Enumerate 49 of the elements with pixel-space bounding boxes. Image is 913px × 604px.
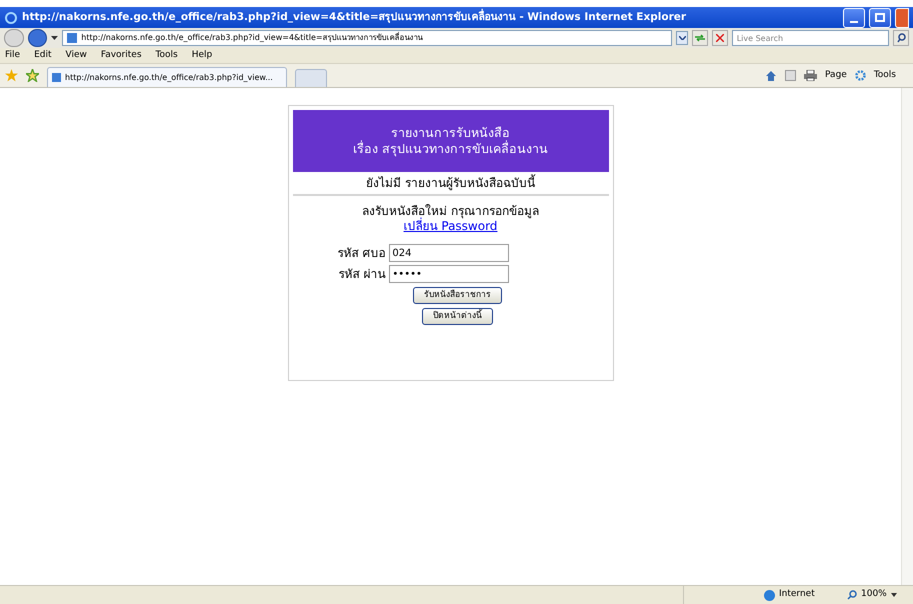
minimize-button[interactable] <box>843 8 865 28</box>
magnifier-icon <box>847 590 857 600</box>
stop-button[interactable] <box>712 30 728 46</box>
add-star-icon[interactable] <box>26 69 39 82</box>
x-icon <box>716 34 724 42</box>
form-button[interactable]: ปิดหน้าต่างนี้ <box>422 308 493 325</box>
page-menu-button[interactable]: Page <box>825 68 847 82</box>
menu-item[interactable]: Edit <box>34 48 52 62</box>
header-line: รายงานการรับหนังสือ <box>391 125 510 140</box>
chevron-down-icon <box>678 36 686 40</box>
change-password-link[interactable]: เปลี่ยน Password <box>404 219 498 234</box>
forward-button[interactable] <box>28 29 48 47</box>
browser-tab[interactable]: http://nakorns.nfe.go.th/e_office/rab3.php?id_view... <box>47 67 287 87</box>
page-icon <box>52 73 61 82</box>
menu-item[interactable]: File <box>5 48 20 62</box>
field-label: รหัส ศบอ <box>338 246 386 260</box>
menu-item[interactable]: View <box>66 48 87 62</box>
browser-logo-icon <box>4 10 18 24</box>
home-icon[interactable] <box>765 70 778 82</box>
search-field[interactable]: Live Search <box>732 30 890 46</box>
zoom-button[interactable]: 100% <box>823 588 913 602</box>
star-icon[interactable] <box>5 69 18 82</box>
print-icon[interactable] <box>804 70 818 81</box>
menu-item[interactable]: Help <box>192 48 212 62</box>
menu-item[interactable]: Tools <box>156 48 178 62</box>
feeds-icon[interactable] <box>785 70 796 81</box>
window-title: http://nakorns.nfe.go.th/e_office/rab3.php?id_view=4&title=สรุปแนวทางการขับเคลื่อนงาน - Windows Internet Explorer <box>22 10 688 25</box>
caret-icon[interactable] <box>51 36 58 40</box>
maximize-button[interactable] <box>869 8 891 28</box>
input-field[interactable]: ••••• <box>389 265 510 283</box>
header-line: เรื่อง สรุปแนวทางการขับเคลื่อนงาน <box>353 141 548 157</box>
zone-label: Internet <box>779 588 815 602</box>
form-button[interactable]: รับหนังสือราชการ <box>413 287 502 304</box>
arrows-icon <box>695 34 706 42</box>
caret-icon <box>890 593 897 597</box>
menu-item[interactable]: Favorites <box>100 48 142 62</box>
search-button[interactable] <box>893 30 909 46</box>
address-field[interactable]: http://nakorns.nfe.go.th/e_office/rab3.php?id_view=4&title=สรุปแนวทางการขับเคลื่อนงาน <box>62 30 672 46</box>
notice-text: ยังไม่มี รายงานผู้รับหนังสือฉบับนี้ <box>366 174 535 192</box>
tools-menu-button[interactable]: Tools <box>874 68 896 82</box>
refresh-button[interactable] <box>692 30 708 46</box>
close-button[interactable] <box>895 8 909 28</box>
search-icon <box>896 33 906 43</box>
dropdown-button[interactable] <box>676 31 688 45</box>
input-field[interactable]: 024 <box>389 244 510 262</box>
settings-icon[interactable] <box>854 70 866 81</box>
field-label: รหัส ผ่าน <box>338 266 386 282</box>
page-icon <box>67 33 78 43</box>
instruction-text: ลงรับหนังสือใหม่ กรุณากรอกข้อมูล <box>362 204 539 218</box>
